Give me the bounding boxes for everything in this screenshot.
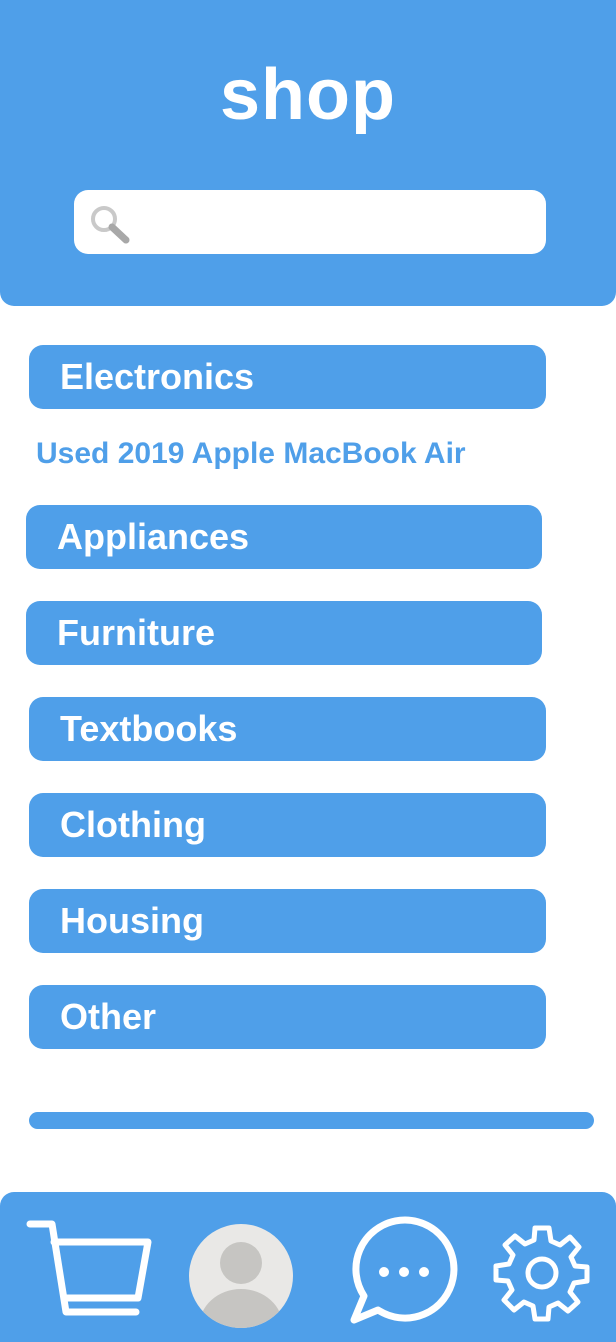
category-furniture[interactable]: Furniture	[26, 601, 542, 665]
page-title: shop	[220, 55, 396, 135]
category-label: Textbooks	[60, 708, 238, 749]
listing-link[interactable]: Used 2019 Apple MacBook Air	[36, 434, 466, 474]
category-textbooks[interactable]: Textbooks	[29, 697, 546, 761]
cart-icon[interactable]	[24, 1216, 154, 1328]
profile-avatar[interactable]	[188, 1223, 294, 1329]
category-label: Appliances	[57, 516, 250, 557]
search-icon	[91, 206, 130, 244]
category-label: Clothing	[60, 804, 206, 845]
category-other[interactable]: Other	[29, 985, 546, 1049]
category-clothing[interactable]: Clothing	[29, 793, 546, 857]
category-appliances[interactable]: Appliances	[26, 505, 542, 569]
category-label: Furniture	[57, 612, 215, 653]
category-label: Other	[60, 996, 157, 1037]
category-label: Electronics	[60, 356, 255, 397]
header	[0, 0, 616, 306]
category-housing[interactable]: Housing	[29, 889, 546, 953]
search-input[interactable]	[140, 196, 540, 250]
settings-gear-icon[interactable]	[490, 1220, 594, 1324]
chat-icon[interactable]	[346, 1214, 460, 1328]
category-electronics[interactable]: Electronics	[29, 345, 546, 409]
divider	[29, 1112, 594, 1129]
category-label: Housing	[60, 900, 204, 941]
